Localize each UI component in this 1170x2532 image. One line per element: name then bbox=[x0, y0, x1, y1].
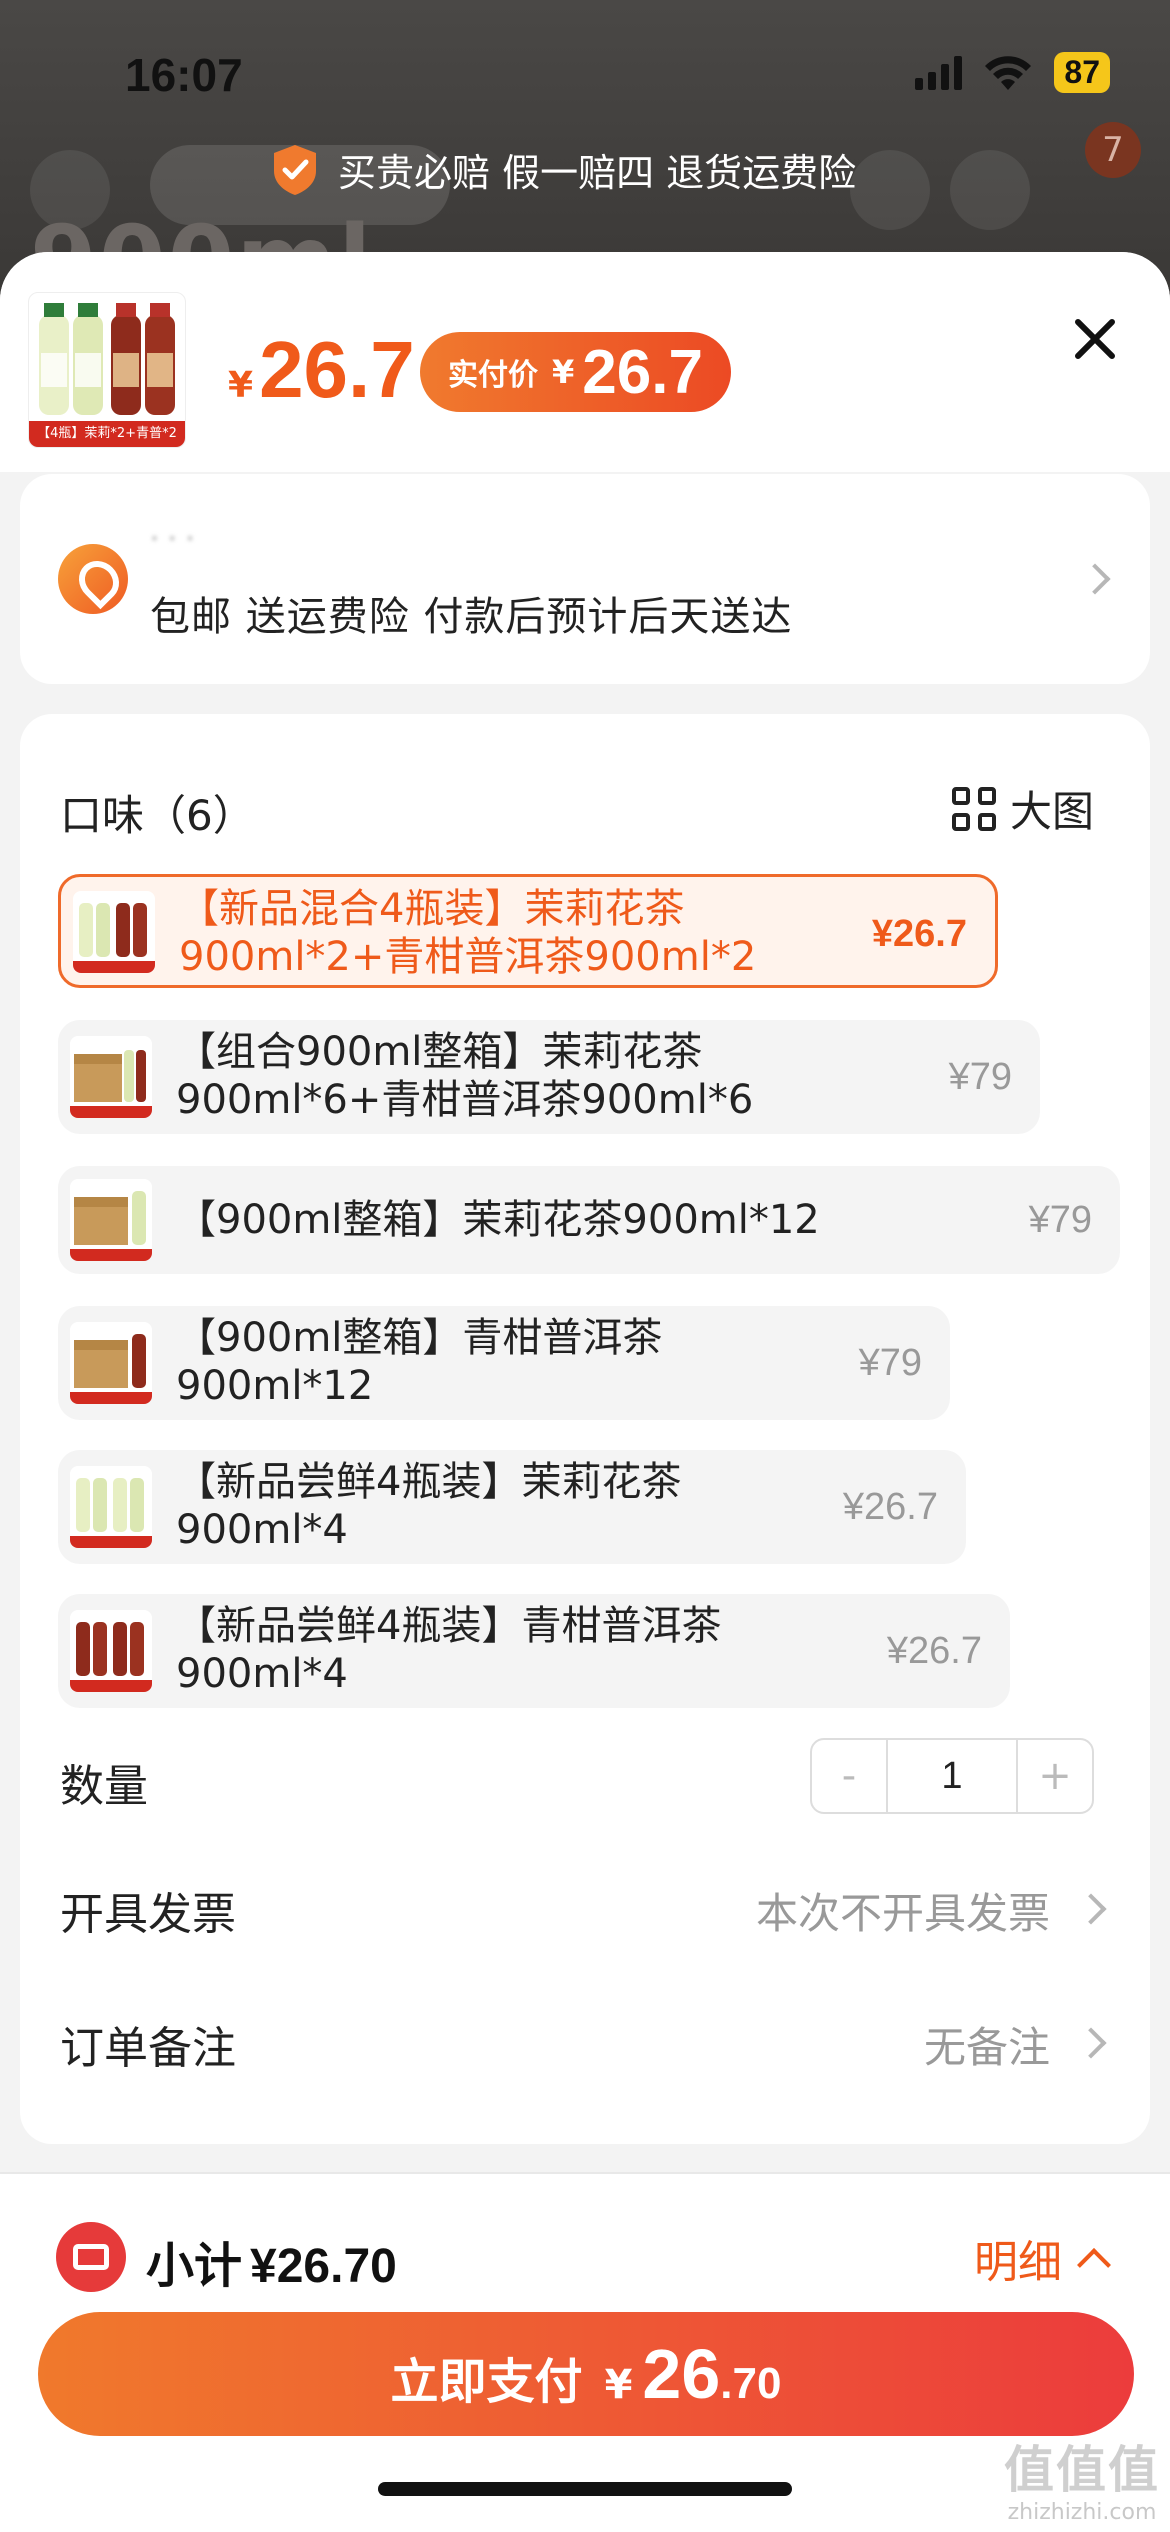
quantity-label: 数量 bbox=[60, 1761, 148, 1812]
option-line1: 【900ml整箱】青柑普洱茶 bbox=[176, 1315, 663, 1361]
flavor-option-1[interactable]: 【新品混合4瓶装】茉莉花茶 900ml*2+青柑普洱茶900ml*2 ¥26.7 bbox=[58, 874, 998, 988]
option-thumbnail bbox=[70, 1610, 152, 1692]
option-title: 【900ml整箱】青柑普洱茶 900ml*12 bbox=[176, 1314, 662, 1410]
address-card[interactable]: · · · 包邮 送运费险 付款后预计后天送达 bbox=[20, 474, 1150, 684]
checkout-footer: 小计 ¥26.70 明细 立即支付 ¥ 26 .70 bbox=[0, 2172, 1170, 2532]
pay-label: 立即支付 bbox=[390, 2354, 583, 2410]
product-thumbnail[interactable]: 【4瓶】茉莉*2+青普*2 bbox=[28, 292, 186, 448]
chevron-right-icon bbox=[1079, 563, 1111, 595]
option-title: 【新品尝鲜4瓶装】青柑普洱茶 900ml*4 bbox=[176, 1602, 721, 1698]
home-indicator[interactable] bbox=[378, 2482, 792, 2496]
watermark: 值值值 zhizhizhi.com bbox=[1004, 2440, 1160, 2526]
address-redacted: · · · bbox=[150, 522, 195, 555]
flavor-option-4[interactable]: 【900ml整箱】青柑普洱茶 900ml*12 ¥79 bbox=[58, 1306, 950, 1420]
guarantee-banner: 买贵必赔 假一赔四 退货运费险 bbox=[270, 142, 856, 197]
subtotal-amount: ¥26.70 bbox=[250, 2240, 397, 2293]
options-card: 口味（6） 大图 【新品混合4瓶装】茉莉花茶 900ml*2+青柑普洱茶900m… bbox=[20, 714, 1150, 2144]
option-thumbnail bbox=[70, 1179, 152, 1261]
pay-now-button[interactable]: 立即支付 ¥ 26 .70 bbox=[38, 2312, 1134, 2436]
pay-amount-decimal: .70 bbox=[720, 2359, 782, 2408]
option-price: ¥26.7 bbox=[842, 1486, 938, 1528]
option-price: ¥79 bbox=[948, 1056, 1012, 1098]
option-title: 【900ml整箱】茉莉花茶900ml*12 bbox=[176, 1196, 820, 1244]
flavor-option-2[interactable]: 【组合900ml整箱】茉莉花茶 900ml*6+青柑普洱茶900ml*6 ¥79 bbox=[58, 1020, 1040, 1134]
option-price: ¥26.7 bbox=[871, 913, 967, 955]
sku-selection-sheet: 【4瓶】茉莉*2+青普*2 ¥ 26.7 实付价 ¥ 26.7 · · · 包邮… bbox=[0, 252, 1170, 2532]
subtotal: 小计 ¥26.70 bbox=[146, 2226, 397, 2296]
option-line2: 900ml*12 bbox=[176, 1363, 374, 1409]
detail-label: 明细 bbox=[974, 2237, 1062, 2288]
coupon-icon[interactable] bbox=[56, 2222, 126, 2292]
sheet-header: 【4瓶】茉莉*2+青普*2 ¥ 26.7 实付价 ¥ 26.7 bbox=[0, 252, 1170, 472]
paid-price-label: 实付价 bbox=[448, 358, 538, 393]
flavor-option-3[interactable]: 【900ml整箱】茉莉花茶900ml*12 ¥79 bbox=[58, 1166, 1120, 1274]
option-thumbnail bbox=[70, 1322, 152, 1404]
option-line1: 【新品混合4瓶装】茉莉花茶 bbox=[179, 886, 685, 932]
option-thumbnail bbox=[70, 1466, 152, 1548]
price-currency: ¥ bbox=[228, 365, 254, 406]
option-title: 【新品尝鲜4瓶装】茉莉花茶 900ml*4 bbox=[176, 1458, 681, 1554]
paid-price-value: 26.7 bbox=[582, 337, 703, 407]
pay-amount-integer: 26 bbox=[642, 2335, 721, 2413]
thumbnail-caption: 【4瓶】茉莉*2+青普*2 bbox=[29, 421, 185, 447]
paid-price-pill: 实付价 ¥ 26.7 bbox=[420, 332, 731, 412]
option-line2: 900ml*4 bbox=[176, 1651, 348, 1697]
shipping-info: 包邮 送运费险 付款后预计后天送达 bbox=[150, 594, 793, 640]
option-line1: 【新品尝鲜4瓶装】茉莉花茶 bbox=[176, 1459, 682, 1505]
grid-view-icon bbox=[951, 786, 996, 831]
flavor-option-5[interactable]: 【新品尝鲜4瓶装】茉莉花茶 900ml*4 ¥26.7 bbox=[58, 1450, 966, 1564]
paid-price-currency: ¥ bbox=[552, 353, 575, 391]
option-price: ¥79 bbox=[858, 1342, 922, 1384]
location-pin-icon bbox=[58, 544, 128, 614]
option-line2: 900ml*6+青柑普洱茶900ml*6 bbox=[176, 1077, 754, 1123]
invoice-label: 开具发票 bbox=[60, 1889, 236, 1940]
pay-currency: ¥ bbox=[604, 2362, 633, 2408]
invoice-value: 本次不开具发票 bbox=[755, 1889, 1050, 1938]
chevron-right-icon bbox=[1075, 2027, 1107, 2059]
background-cart-badge: 7 bbox=[1085, 122, 1141, 178]
quantity-value[interactable]: 1 bbox=[886, 1740, 1018, 1812]
option-price: ¥26.7 bbox=[886, 1630, 982, 1672]
quantity-stepper: - 1 + bbox=[810, 1738, 1094, 1814]
big-image-label: 大图 bbox=[1009, 787, 1094, 836]
quantity-decrease-button[interactable]: - bbox=[812, 1740, 886, 1812]
quantity-increase-button[interactable]: + bbox=[1018, 1740, 1092, 1812]
big-image-toggle[interactable]: 大图 bbox=[951, 778, 1094, 839]
flavor-title: 口味（6） bbox=[60, 791, 255, 840]
close-icon[interactable] bbox=[1070, 314, 1120, 364]
price-value: 26.7 bbox=[259, 325, 415, 414]
chevron-right-icon bbox=[1075, 1893, 1107, 1925]
watermark-url: zhizhizhi.com bbox=[1007, 2500, 1157, 2525]
shield-check-icon bbox=[274, 144, 316, 195]
background-cart-button bbox=[950, 150, 1030, 230]
option-line2: 900ml*4 bbox=[176, 1507, 348, 1553]
option-thumbnail bbox=[73, 891, 155, 973]
option-thumbnail bbox=[70, 1036, 152, 1118]
remark-value: 无备注 bbox=[923, 2023, 1050, 2072]
option-line2: 900ml*2+青柑普洱茶900ml*2 bbox=[179, 934, 757, 980]
price-detail-toggle[interactable]: 明细 bbox=[974, 2226, 1111, 2290]
bottles-image bbox=[39, 303, 175, 415]
chevron-up-icon bbox=[1077, 2248, 1111, 2282]
option-price: ¥79 bbox=[1028, 1199, 1092, 1241]
option-line1: 【900ml整箱】茉莉花茶900ml*12 bbox=[176, 1197, 820, 1243]
flavor-option-6[interactable]: 【新品尝鲜4瓶装】青柑普洱茶 900ml*4 ¥26.7 bbox=[58, 1594, 1010, 1708]
guarantee-text: 买贵必赔 假一赔四 退货运费险 bbox=[338, 151, 857, 195]
remark-label: 订单备注 bbox=[60, 2023, 236, 2074]
status-icons: 87 bbox=[915, 52, 1110, 93]
battery-indicator: 87 bbox=[1054, 52, 1110, 93]
background-share-button bbox=[850, 150, 930, 230]
option-line1: 【组合900ml整箱】茉莉花茶 bbox=[176, 1029, 703, 1075]
option-line1: 【新品尝鲜4瓶装】青柑普洱茶 bbox=[176, 1603, 722, 1649]
watermark-logo: 值值值 bbox=[1004, 2441, 1160, 2499]
sku-price: ¥ 26.7 bbox=[228, 324, 415, 416]
option-title: 【新品混合4瓶装】茉莉花茶 900ml*2+青柑普洱茶900ml*2 bbox=[179, 885, 756, 981]
subtotal-label: 小计 bbox=[146, 2238, 243, 2294]
signal-icon bbox=[915, 55, 963, 90]
wifi-icon bbox=[985, 55, 1032, 90]
option-title: 【组合900ml整箱】茉莉花茶 900ml*6+青柑普洱茶900ml*6 bbox=[176, 1028, 753, 1124]
status-time: 16:07 bbox=[125, 49, 243, 101]
